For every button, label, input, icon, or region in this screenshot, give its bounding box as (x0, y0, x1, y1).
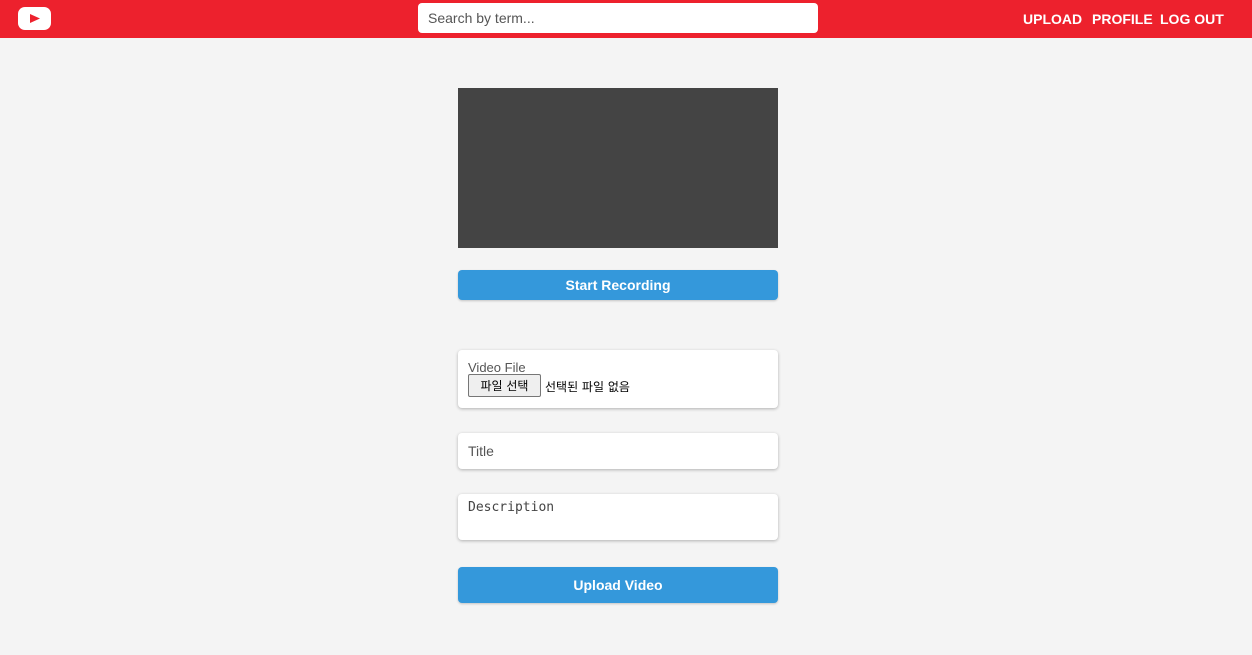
start-recording-button[interactable]: Start Recording (458, 270, 778, 300)
description-input[interactable] (458, 494, 778, 540)
video-preview (458, 88, 778, 248)
nav-logout-link[interactable]: LOG OUT (1160, 0, 1224, 38)
home-logo[interactable] (18, 7, 51, 30)
top-bar: UPLOAD PROFILE LOG OUT (0, 0, 1252, 38)
upload-video-button[interactable]: Upload Video (458, 567, 778, 603)
video-file-field: Video File 파일 선택 선택된 파일 없음 (458, 350, 778, 408)
title-input[interactable] (458, 433, 778, 469)
video-file-label: Video File (468, 360, 526, 375)
file-status-text: 선택된 파일 없음 (545, 380, 630, 394)
choose-file-button[interactable]: 파일 선택 (468, 374, 541, 397)
play-icon (30, 14, 40, 23)
search-input[interactable] (418, 3, 818, 33)
nav-upload-link[interactable]: UPLOAD (1023, 0, 1082, 38)
nav-profile-link[interactable]: PROFILE (1092, 0, 1153, 38)
